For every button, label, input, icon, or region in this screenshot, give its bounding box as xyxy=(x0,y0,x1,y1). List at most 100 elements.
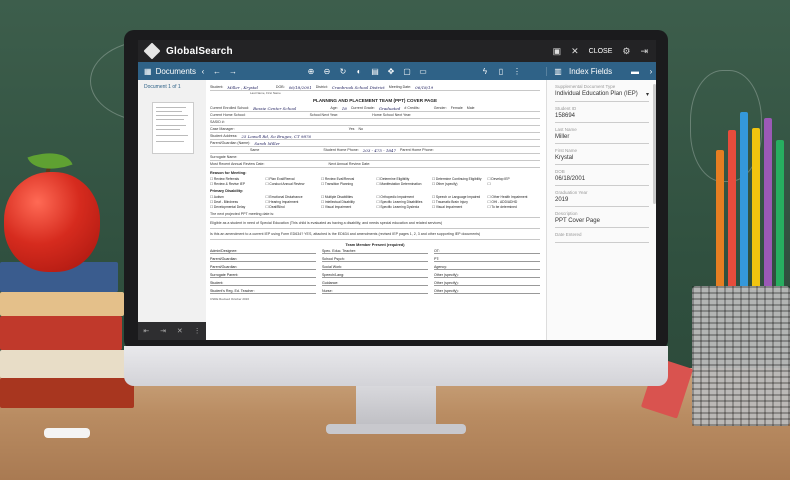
index-field-value[interactable]: Miller xyxy=(555,132,649,144)
arrow-left-icon[interactable]: ← xyxy=(212,67,222,76)
disability-checkbox[interactable]: Deaf - Blindness xyxy=(210,200,263,204)
most-recent-annual-label: Most Recent Annual Review Date: xyxy=(210,162,265,166)
comment-icon[interactable]: ▭ xyxy=(418,67,428,76)
apple xyxy=(4,172,100,272)
reason-checkbox[interactable]: Determine Eligibility xyxy=(377,177,430,181)
edit-icon[interactable]: ▬ xyxy=(630,67,640,76)
more-icon[interactable]: ⋮ xyxy=(194,327,201,335)
index-field-value[interactable]: Individual Education Plan (IEP) ▾ xyxy=(555,89,649,102)
index-field[interactable]: Graduation Year 2019 xyxy=(547,186,656,207)
district-value: Cranbrook School District xyxy=(331,84,385,90)
disability-checkbox[interactable]: Other Health Impairment xyxy=(488,195,541,199)
index-field-value[interactable]: 158694 xyxy=(555,111,649,123)
more-vertical-icon[interactable]: ⋮ xyxy=(512,67,522,76)
move-icon[interactable]: ✥ xyxy=(386,67,396,76)
disability-checkbox[interactable]: Deaf/Blind xyxy=(266,205,319,209)
reason-checkbox[interactable]: Review Eval/Reeval xyxy=(321,177,374,181)
reason-checkbox[interactable] xyxy=(488,182,541,186)
index-field-text: 2019 xyxy=(555,197,569,203)
monitor-neck xyxy=(356,386,436,426)
disability-checkbox[interactable]: Autism xyxy=(210,195,263,199)
reason-checkbox[interactable]: Other (specify) xyxy=(432,182,485,186)
disability-checkbox[interactable]: Orthopedic Impairment xyxy=(377,195,430,199)
index-field-value[interactable]: 06/18/2001 xyxy=(555,174,649,186)
form-row: Case Manager: Yes No xyxy=(210,126,540,133)
reason-checkbox[interactable]: Manifestation Determination xyxy=(377,182,430,186)
zoom-out-icon[interactable]: ⊖ xyxy=(322,67,332,76)
last-page-icon[interactable]: ⇥ xyxy=(160,327,166,335)
index-field[interactable]: Date Entered xyxy=(547,228,656,243)
disability-checkbox[interactable]: Intellectual Disability xyxy=(321,200,374,204)
disability-checkbox[interactable]: Developmental Delay xyxy=(210,205,263,209)
index-field-value[interactable] xyxy=(555,237,649,243)
index-fields-tab[interactable]: ▥ Index Fields ▬ › xyxy=(546,66,656,76)
disability-checkbox[interactable]: Multiple Disabilities xyxy=(321,195,374,199)
disability-checkbox[interactable]: Specific Learning Dyslexia xyxy=(377,205,430,209)
pencil xyxy=(716,150,724,290)
document-thumbnail[interactable] xyxy=(152,102,194,154)
documents-tab[interactable]: ▦ Documents ‹ xyxy=(138,67,206,76)
fit-page-icon[interactable]: ◐ xyxy=(354,67,364,76)
index-field-value[interactable]: Krystal xyxy=(555,153,649,165)
logout-icon[interactable]: ⇥ xyxy=(640,46,648,57)
index-field-value[interactable]: PPT Cover Page xyxy=(555,216,649,228)
flash-icon[interactable]: ϟ xyxy=(480,67,490,76)
save-icon[interactable]: ▣ xyxy=(553,46,562,57)
student-value: Miller , Krystal xyxy=(227,84,258,90)
home-phone-value: 203 - 475 - 1847 xyxy=(362,147,397,153)
disability-checkbox[interactable]: Visual Impairment xyxy=(432,205,485,209)
arrow-right-icon[interactable]: → xyxy=(228,67,238,76)
reason-checkbox[interactable]: Transition Planning xyxy=(321,182,374,186)
zoom-in-icon[interactable]: ⊕ xyxy=(306,67,316,76)
index-field-text: 158694 xyxy=(555,113,576,119)
index-field[interactable]: DOB 06/18/2001 xyxy=(547,165,656,186)
form-row: Same Student Home Phone: 203 - 475 - 184… xyxy=(210,147,540,154)
close-icon[interactable]: ✕ xyxy=(571,46,579,57)
female-checkbox[interactable]: Female xyxy=(451,106,463,110)
book xyxy=(0,378,134,408)
index-field[interactable]: Description PPT Cover Page xyxy=(547,207,656,228)
disability-checkbox[interactable]: Speech or Language Impaired xyxy=(432,195,485,199)
close-button[interactable]: CLOSE xyxy=(589,48,613,55)
disability-checkbox[interactable]: Traumatic Brain Injury xyxy=(432,200,485,204)
index-field-text: Miller xyxy=(555,134,570,140)
disability-checkbox[interactable]: OHI - ADD/ADHD xyxy=(488,200,541,204)
reason-checkbox[interactable]: Review & Revise IEP xyxy=(210,182,263,186)
disability-checkbox[interactable]: Hearing Impairment xyxy=(266,200,319,204)
pencil xyxy=(728,130,736,290)
book xyxy=(0,292,124,316)
index-field[interactable]: Last Name Miller xyxy=(547,123,656,144)
index-field[interactable]: First Name Krystal xyxy=(547,144,656,165)
disability-checkbox[interactable]: Emotional Disturbance xyxy=(266,195,319,199)
reason-checkbox[interactable]: Determine Continuing Eligibility xyxy=(432,177,485,181)
rotate-icon[interactable]: ↻ xyxy=(338,67,348,76)
disability-checkbox[interactable]: Specific Learning Disabilities xyxy=(377,200,430,204)
male-checkbox[interactable]: Male xyxy=(467,106,475,110)
index-field-value[interactable]: 2019 xyxy=(555,195,649,207)
team-member-field: Other (specify): xyxy=(434,287,540,294)
index-field[interactable]: Student ID 158694 xyxy=(547,102,656,123)
index-scrollbar[interactable] xyxy=(653,84,656,204)
pdf-icon[interactable]: ▯ xyxy=(496,67,506,76)
select-icon[interactable]: ▢ xyxy=(402,67,412,76)
district-label: District: xyxy=(315,85,328,89)
first-page-icon[interactable]: ⇤ xyxy=(143,327,149,335)
reason-checkbox[interactable]: Conduct Annual Review xyxy=(266,182,319,186)
chevron-right-icon[interactable]: › xyxy=(646,67,656,76)
index-field-text: Krystal xyxy=(555,155,574,161)
form-footer: CSDE Revised October 2016 xyxy=(210,297,250,301)
chevron-down-icon[interactable]: ▾ xyxy=(646,91,649,98)
pencil xyxy=(740,112,748,290)
reason-checkbox[interactable]: Review Referrals xyxy=(210,177,263,181)
disability-checkbox[interactable]: To be determined xyxy=(488,205,541,209)
document-counter: Document 1 of 1 xyxy=(144,84,181,90)
close-thumb-icon[interactable]: ✕ xyxy=(177,327,183,335)
thumbnail-icon[interactable]: ▤ xyxy=(370,67,380,76)
reason-checkbox[interactable]: Plan Eval/Reeval xyxy=(266,177,319,181)
disability-checkbox[interactable]: Visual Impairment xyxy=(321,205,374,209)
documents-label: Documents xyxy=(155,66,197,76)
scene-background: GlobalSearch ▣ ✕ CLOSE ⚙ ⇥ ▦ Documents ‹… xyxy=(0,0,790,480)
gear-icon[interactable]: ⚙ xyxy=(622,46,630,57)
reason-checkbox[interactable]: Develop IEP xyxy=(488,177,541,181)
index-field[interactable]: Supplemental Document Type Individual Edu… xyxy=(547,80,656,102)
